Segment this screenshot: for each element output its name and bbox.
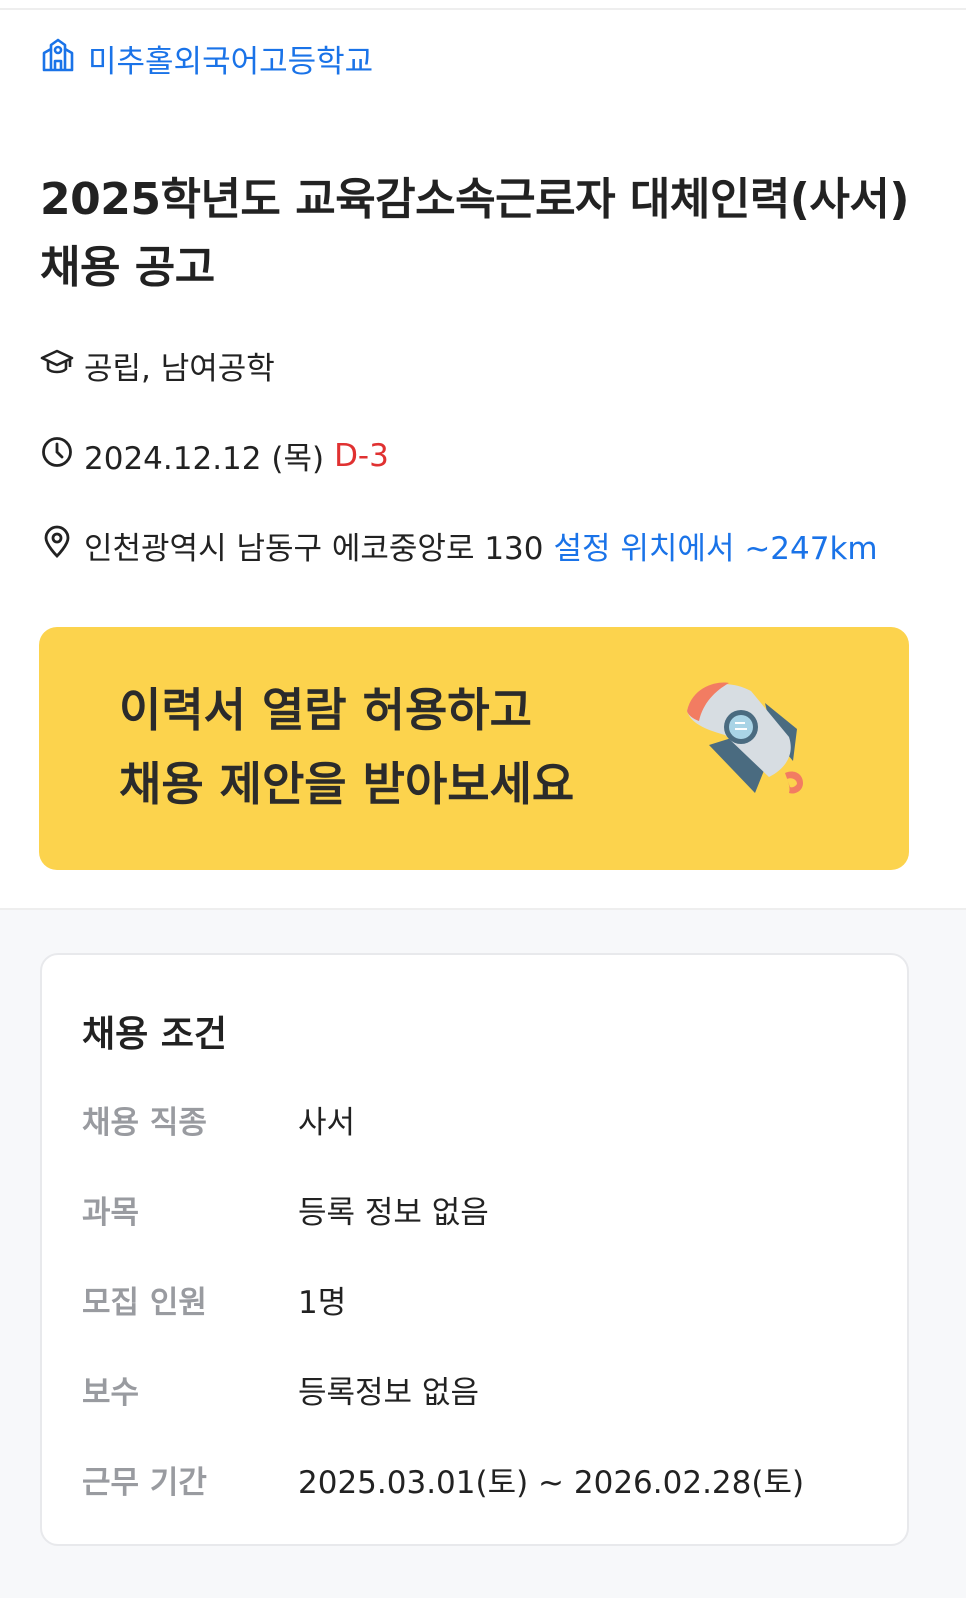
condition-row-headcount: 모집 인원 1명 xyxy=(82,1279,882,1321)
dday-badge: D-3 xyxy=(334,437,389,474)
condition-label: 보수 xyxy=(82,1374,140,1411)
banner-text: 이력서 열람 허용하고 채용 제안을 받아보세요 xyxy=(119,673,574,821)
location-pin-icon xyxy=(40,525,74,567)
condition-label: 모집 인원 xyxy=(82,1284,207,1321)
clock-icon xyxy=(40,435,74,477)
conditions-title: 채용 조건 xyxy=(82,1014,228,1055)
banner-line-2: 채용 제안을 받아보세요 xyxy=(119,757,575,811)
school-type-row: 공립, 남여공학 xyxy=(40,343,275,388)
condition-row-subject: 과목 등록 정보 없음 xyxy=(82,1189,882,1231)
page-title: 2025학년도 교육감소속근로자 대체인력(사서) 채용 공고 xyxy=(40,174,909,293)
rocket-icon xyxy=(687,682,803,794)
school-icon xyxy=(40,37,76,81)
top-divider xyxy=(0,8,966,10)
condition-label: 근무 기간 xyxy=(82,1464,207,1501)
school-name: 미추홀외국어고등학교 xyxy=(88,44,374,80)
condition-value: 2025.03.01(토) ~ 2026.02.28(토) xyxy=(298,1464,805,1501)
school-type: 공립, 남여공학 xyxy=(84,351,275,387)
address-text: 인천광역시 남동구 에코중앙로 130 xyxy=(84,531,544,567)
school-link[interactable]: 미추홀외국어고등학교 xyxy=(40,36,373,81)
address-row: 인천광역시 남동구 에코중앙로 130 설정 위치에서 ~247km xyxy=(40,523,878,568)
resume-offer-banner[interactable]: 이력서 열람 허용하고 채용 제안을 받아보세요 xyxy=(39,627,909,870)
hiring-conditions-card: 채용 조건 채용 직종 사서 과목 등록 정보 없음 모집 인원 1명 보수 등… xyxy=(40,953,909,1546)
condition-label: 채용 직종 xyxy=(82,1104,207,1141)
condition-value: 등록 정보 없음 xyxy=(298,1194,489,1231)
distance-link[interactable]: 설정 위치에서 ~247km xyxy=(554,523,878,568)
banner-line-1: 이력서 열람 허용하고 xyxy=(119,683,532,737)
condition-value: 사서 xyxy=(298,1104,356,1141)
condition-value: 1명 xyxy=(298,1284,347,1321)
deadline-date: 2024.12.12 (목) xyxy=(84,441,325,477)
deadline-row: 2024.12.12 (목) D-3 xyxy=(40,433,389,478)
condition-label: 과목 xyxy=(82,1194,140,1231)
condition-row-job-type: 채용 직종 사서 xyxy=(82,1099,882,1141)
graduation-cap-icon xyxy=(40,345,74,387)
condition-row-work-period: 근무 기간 2025.03.01(토) ~ 2026.02.28(토) xyxy=(82,1459,882,1501)
condition-row-salary: 보수 등록정보 없음 xyxy=(82,1369,882,1411)
condition-value: 등록정보 없음 xyxy=(298,1374,479,1411)
